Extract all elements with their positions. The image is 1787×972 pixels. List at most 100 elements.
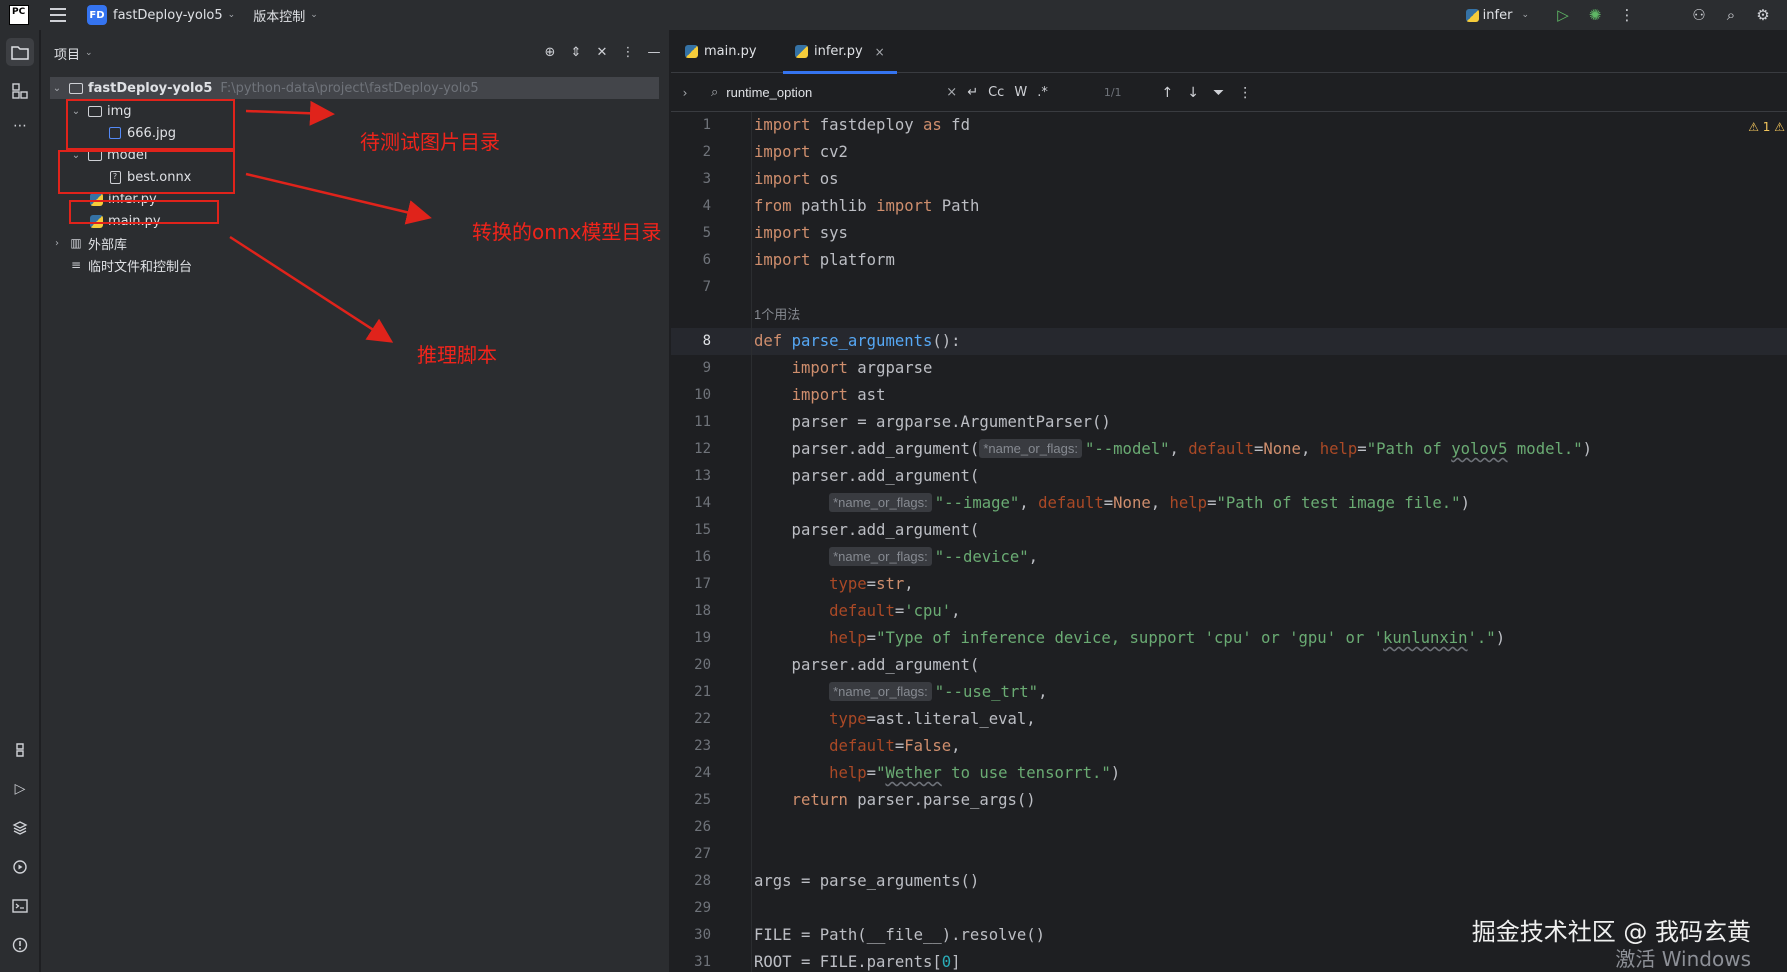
services-icon[interactable] <box>6 853 34 881</box>
line-number: 29 <box>694 900 711 916</box>
annotation-script: 推理脚本 <box>417 343 497 367</box>
title-bar: PC FD fastDeploy-yolo5 ⌄ 版本控制 ⌄ infer ⌄ … <box>0 0 1787 30</box>
run-config-selector[interactable]: infer ⌄ <box>1465 8 1529 23</box>
debug-icon[interactable]: ✺ <box>1579 6 1611 24</box>
annotation-model-dir: 转换的onnx模型目录 <box>472 220 662 244</box>
line-number: 17 <box>694 576 711 592</box>
python-file-icon <box>685 45 698 58</box>
locate-icon[interactable]: ⊕ <box>540 42 560 62</box>
title-actions: infer ⌄ ▷ ✺ ⋮ ⚇ ⌕ ⚙ <box>1465 0 1787 30</box>
line-number: 10 <box>694 387 711 403</box>
whole-word-toggle[interactable]: W <box>1014 85 1027 100</box>
code-line: 25 return parser.parse_args() <box>671 787 1787 814</box>
code-line: 21 *name_or_flags: "--use_trt", <box>671 679 1787 706</box>
line-number: 30 <box>694 927 711 943</box>
tree-root-project[interactable]: ⌄ fastDeploy-yolo5 F:\python-data\projec… <box>50 77 659 99</box>
previous-occurrence-icon[interactable]: ↑ <box>1162 85 1174 101</box>
usage-hint-line: 1个用法 <box>671 301 1787 328</box>
project-badge[interactable]: FD <box>87 5 107 25</box>
code-line: 23 default=False, <box>671 733 1787 760</box>
project-switcher[interactable]: fastDeploy-yolo5 <box>113 8 223 23</box>
settings-icon[interactable]: ⚙ <box>1747 6 1779 24</box>
code-line: 18 default='cpu', <box>671 598 1787 625</box>
tab-infer-py[interactable]: infer.py × <box>783 30 897 74</box>
line-number: 8 <box>702 333 711 349</box>
python-file-icon <box>795 45 808 58</box>
next-occurrence-icon[interactable]: ↓ <box>1187 85 1199 101</box>
python-icon <box>1465 8 1479 22</box>
tree-item-label: 临时文件和控制台 <box>88 259 193 275</box>
terminal-icon[interactable] <box>6 892 34 920</box>
annotation-box-model <box>58 150 235 194</box>
regex-toggle[interactable]: .* <box>1037 85 1048 100</box>
line-number: 9 <box>702 360 711 376</box>
add-user-icon[interactable]: ⚇ <box>1683 6 1715 24</box>
match-count: 1/1 <box>1103 86 1122 99</box>
folder-icon <box>69 82 83 94</box>
code-line: 24 help="Wether to use tensorrt.") <box>671 760 1787 787</box>
close-tab-icon[interactable]: × <box>875 45 885 59</box>
line-number: 14 <box>694 495 711 511</box>
search-icon[interactable]: ⌕ <box>1715 6 1747 24</box>
editor: main.py infer.py × › ⌕ × ↵ Cc W .* 1/1 ↑… <box>671 30 1787 972</box>
code-line: 7 <box>671 274 1787 301</box>
search-icon[interactable]: ⌕ <box>711 85 718 100</box>
line-number: 12 <box>694 441 711 457</box>
problems-icon[interactable] <box>6 931 34 959</box>
usage-hint[interactable]: 1个用法 <box>754 307 800 322</box>
tree-scratches-consoles[interactable]: ≡ 临时文件和控制台 <box>64 254 192 276</box>
chevron-down-icon[interactable]: ⌄ <box>50 83 64 94</box>
code-area[interactable]: 1 import fastdeploy as fd 2 import cv2 3 im… <box>671 112 1787 972</box>
find-input[interactable] <box>726 85 937 100</box>
tree-external-libraries[interactable]: › ▥ 外部库 <box>50 232 127 254</box>
code-line: 3 import os <box>671 166 1787 193</box>
layers-icon[interactable] <box>6 814 34 842</box>
code-line: 5 import sys <box>671 220 1787 247</box>
code-line: 6 import platform <box>671 247 1787 274</box>
more-options-icon[interactable]: ⋮ <box>1611 6 1643 24</box>
parameter-hint: *name_or_flags: <box>829 547 932 566</box>
code-line: 26 <box>671 814 1787 841</box>
clear-search-icon[interactable]: × <box>946 85 957 100</box>
line-number: 20 <box>694 657 711 673</box>
code-line: 12 parser.add_argument(*name_or_flags: "-… <box>671 436 1787 463</box>
code-line: 4 from pathlib import Path <box>671 193 1787 220</box>
filter-icon[interactable]: ⏷ <box>1213 85 1224 101</box>
project-panel-actions: ⊕ ⇕ ✕ ⋮ — <box>540 42 664 62</box>
more-options-icon[interactable]: ⋮ <box>1238 85 1252 101</box>
code-line: 28 args = parse_arguments() <box>671 868 1787 895</box>
chevron-right-icon[interactable]: › <box>50 238 64 249</box>
editor-tabs: main.py infer.py × <box>671 30 1787 74</box>
tab-main-py[interactable]: main.py <box>685 30 773 73</box>
chevron-down-icon[interactable]: ⌄ <box>85 48 93 58</box>
collapse-all-icon[interactable]: ✕ <box>592 42 612 62</box>
line-number: 18 <box>694 603 711 619</box>
chevron-right-icon[interactable]: › <box>671 86 699 100</box>
line-number: 11 <box>694 414 711 430</box>
code-line: 14 *name_or_flags: "--image", default=Non… <box>671 490 1787 517</box>
parameter-hint: *name_or_flags: <box>829 493 932 512</box>
vcs-menu[interactable]: 版本控制 <box>253 6 305 25</box>
tab-label: infer.py <box>814 44 863 59</box>
project-panel-title[interactable]: 项目 <box>54 44 80 63</box>
expand-all-icon[interactable]: ⇕ <box>566 42 586 62</box>
run-tool-icon[interactable]: ▷ <box>6 775 34 803</box>
main-menu-icon[interactable] <box>50 5 70 25</box>
newline-icon[interactable]: ↵ <box>967 85 978 100</box>
run-icon[interactable]: ▷ <box>1547 6 1579 24</box>
line-number: 13 <box>694 468 711 484</box>
project-tool-icon[interactable] <box>6 38 34 66</box>
match-case-toggle[interactable]: Cc <box>988 85 1004 100</box>
hide-panel-icon[interactable]: — <box>644 42 664 62</box>
more-tools-icon[interactable]: ⋯ <box>6 112 34 140</box>
line-number: 16 <box>694 549 711 565</box>
structure-tool-icon[interactable] <box>6 77 34 105</box>
code-line: 17 type=str, <box>671 571 1787 598</box>
code-line: 16 *name_or_flags: "--device", <box>671 544 1787 571</box>
line-number: 2 <box>702 144 711 160</box>
line-number: 3 <box>702 171 711 187</box>
code-line: 10 import ast <box>671 382 1787 409</box>
more-options-icon[interactable]: ⋮ <box>618 42 638 62</box>
code-line: 11 parser = argparse.ArgumentParser() <box>671 409 1787 436</box>
python-packages-icon[interactable] <box>6 736 34 764</box>
